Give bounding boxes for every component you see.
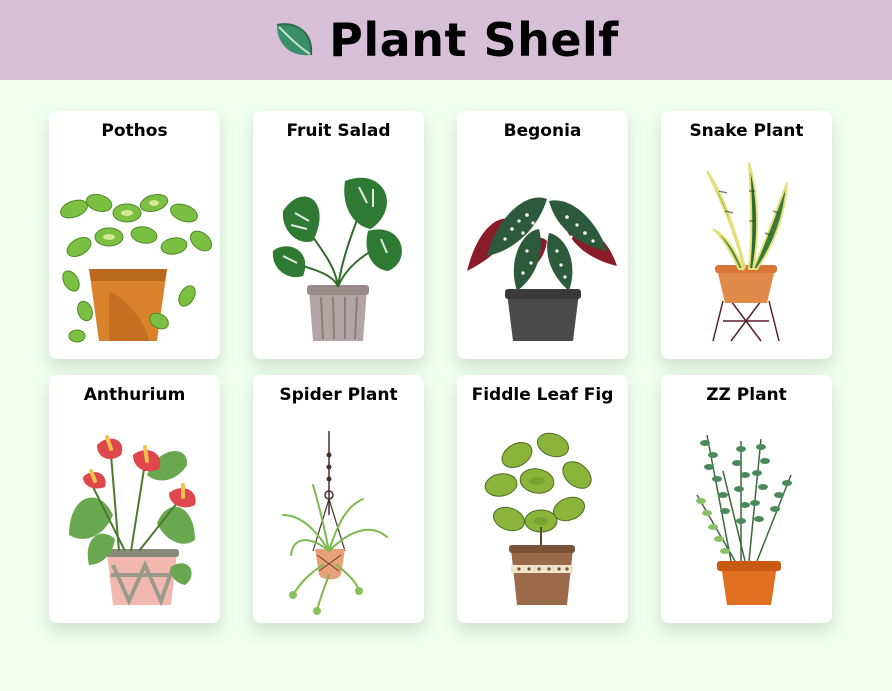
plant-card-begonia[interactable]: Begonia — [457, 111, 628, 359]
plant-card-title: Begonia — [503, 121, 582, 141]
plant-card-title: Spider Plant — [279, 385, 398, 405]
plant-card-pothos[interactable]: Pothos — [49, 111, 220, 359]
page-title-text: Plant Shelf — [329, 13, 619, 67]
pothos-illustration — [49, 151, 220, 359]
leaf-icon — [273, 19, 315, 61]
plant-card-title: ZZ Plant — [706, 385, 787, 405]
fiddle-leaf-fig-illustration — [457, 415, 628, 623]
zz-plant-illustration — [661, 415, 832, 623]
plant-card-title: Anthurium — [83, 385, 186, 405]
anthurium-illustration — [49, 415, 220, 623]
begonia-illustration — [457, 151, 628, 359]
plant-card-spider-plant[interactable]: Spider Plant — [253, 375, 424, 623]
plant-card-fruit-salad[interactable]: Fruit Salad — [253, 111, 424, 359]
page-header: Plant Shelf — [0, 0, 892, 80]
plant-card-fiddle-leaf-fig[interactable]: Fiddle Leaf Fig — [457, 375, 628, 623]
plant-grid: Pothos Fruit Salad Begonia Snake Plant A… — [49, 111, 832, 623]
plant-card-title: Fruit Salad — [286, 121, 391, 141]
plant-card-anthurium[interactable]: Anthurium — [49, 375, 220, 623]
page-title: Plant Shelf — [273, 13, 619, 67]
spider-plant-illustration — [253, 415, 424, 623]
plant-card-title: Pothos — [101, 121, 168, 141]
plant-card-title: Snake Plant — [689, 121, 804, 141]
monstera-illustration — [253, 151, 424, 359]
plant-card-title: Fiddle Leaf Fig — [471, 385, 614, 405]
plant-card-zz-plant[interactable]: ZZ Plant — [661, 375, 832, 623]
snake-plant-illustration — [661, 151, 832, 359]
plant-card-snake-plant[interactable]: Snake Plant — [661, 111, 832, 359]
